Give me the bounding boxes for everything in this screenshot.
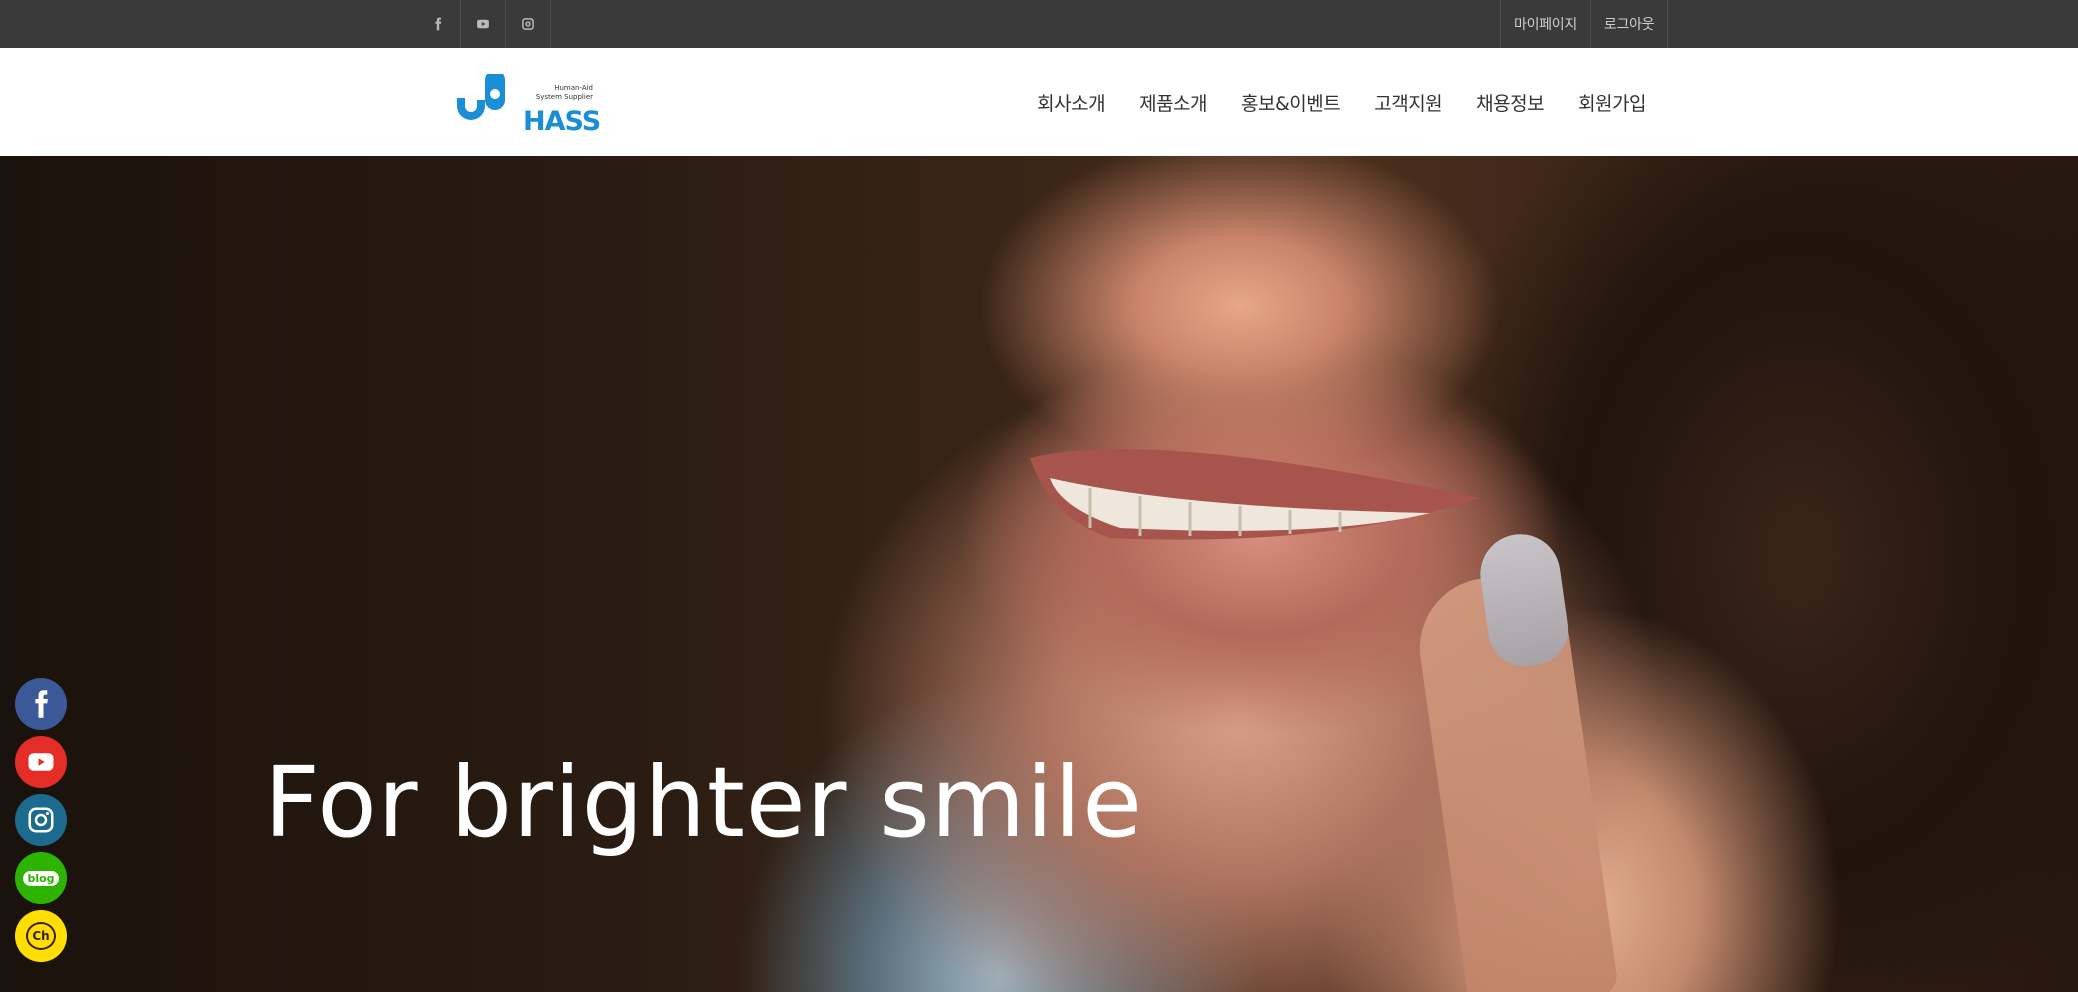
nav-item-careers[interactable]: 채용정보 [1476, 89, 1544, 116]
logo-tagline-line2: System Supplier [535, 93, 593, 101]
top-bar: 마이페이지 로그아웃 [0, 0, 2078, 48]
top-facebook-link[interactable] [416, 0, 461, 48]
side-blog-button[interactable]: blog [15, 852, 67, 904]
hero-banner: For brighter smile [0, 156, 2078, 992]
top-account-links: 마이페이지 로그아웃 [1500, 0, 1669, 48]
logo-tagline: Human-Aid System Supplier [531, 84, 593, 102]
floating-social-bar: blog Ch [15, 678, 67, 968]
hass-logo[interactable]: Human-Aid System Supplier HASS [455, 70, 601, 137]
nav-item-company[interactable]: 회사소개 [1037, 89, 1105, 116]
side-instagram-button[interactable] [15, 794, 67, 846]
nav-item-products[interactable]: 제품소개 [1139, 89, 1207, 116]
facebook-icon [435, 17, 442, 31]
instagram-icon [522, 18, 534, 30]
nav-item-support[interactable]: 고객지원 [1374, 89, 1442, 116]
hero-title: For brighter smile [264, 746, 1143, 859]
top-youtube-link[interactable] [461, 0, 506, 48]
blog-icon: blog [23, 870, 59, 886]
top-social-links [416, 0, 551, 48]
side-kakao-channel-button[interactable]: Ch [15, 910, 67, 962]
kakao-channel-icon: Ch [26, 922, 56, 950]
site-header: Human-Aid System Supplier HASS 회사소개 제품소개… [0, 48, 2078, 156]
logout-link[interactable]: 로그아웃 [1591, 0, 1669, 48]
side-youtube-button[interactable] [15, 736, 67, 788]
instagram-icon [28, 807, 54, 833]
nav-item-pr-events[interactable]: 홍보&이벤트 [1241, 89, 1341, 116]
top-instagram-link[interactable] [506, 0, 551, 48]
mypage-link[interactable]: 마이페이지 [1501, 0, 1591, 48]
nav-item-signup[interactable]: 회원가입 [1578, 89, 1646, 116]
youtube-icon [28, 753, 54, 771]
logo-brand-text: HASS [523, 106, 601, 137]
hero-photo-smile [1030, 449, 1480, 540]
logo-tagline-line1: Human-Aid [554, 84, 593, 92]
youtube-icon [477, 19, 489, 29]
side-facebook-button[interactable] [15, 678, 67, 730]
facebook-icon [35, 690, 48, 718]
main-nav: 회사소개 제품소개 홍보&이벤트 고객지원 채용정보 회원가입 [1003, 48, 1646, 156]
